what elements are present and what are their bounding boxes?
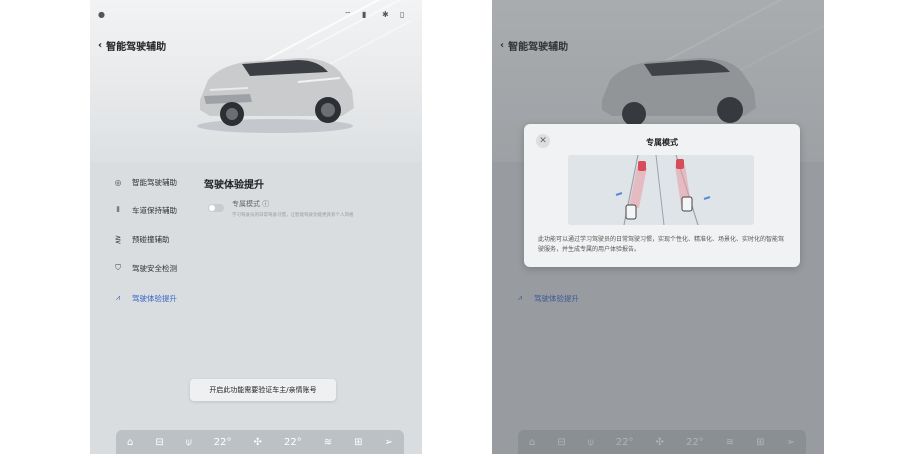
sidebar-item-safety-check[interactable]: ⛉ 驾驶安全检测 bbox=[112, 262, 177, 274]
sidebar-item-pre-collision[interactable]: ⋛ 预碰撞辅助 bbox=[112, 233, 170, 245]
apps-icon[interactable]: ⊞ bbox=[354, 437, 362, 448]
bluetooth-icon: ✱ bbox=[382, 10, 389, 19]
back-button[interactable]: ‹ 智能驾驶辅助 bbox=[98, 38, 166, 53]
chevron-left-icon: ‹ bbox=[98, 40, 103, 51]
modal-title: 专属模式 bbox=[646, 138, 678, 147]
option-description: 学习驾驶员的日常驾驶习惯，让智能驾驶功能更具有个人风格 bbox=[232, 213, 354, 218]
sidebar-item-experience[interactable]: ⩘ 驾驶体验提升 bbox=[112, 292, 177, 304]
road-icon: ⩘ bbox=[115, 293, 121, 302]
status-dot-icon: ● bbox=[98, 10, 105, 19]
page-title: 智能驾驶辅助 bbox=[106, 42, 167, 53]
sidebar-item-lane-keep[interactable]: ⦀ 车道保持辅助 bbox=[112, 204, 177, 216]
car-image bbox=[197, 58, 354, 133]
seat-heat-icon[interactable]: ≋ bbox=[324, 437, 332, 448]
right-temp[interactable]: 22° bbox=[284, 437, 302, 448]
verify-account-button[interactable]: 开启此功能需要验证车主/亲情账号 bbox=[190, 379, 336, 401]
lane-illustration bbox=[568, 155, 754, 225]
defrost-icon[interactable]: ⍦ bbox=[186, 437, 192, 448]
bottom-dock: ⌂ ⊟ ⍦ 22° ✣ 22° ≋ ⊞ ➢ bbox=[116, 430, 404, 454]
navigation-icon[interactable]: ➢ bbox=[385, 437, 393, 448]
modal-screen: ‹ 智能驾驶辅助 ⩘ 驾驶体验提升 ⌂ ⊟ ⍦ 22° ✣ 22° ≋ ⊞ ➢ … bbox=[492, 0, 824, 454]
modal-description: 此功能可以通过学习驾驶员的日常驾驶习惯，实现个性化、精准化、场景化、实时化的智能… bbox=[538, 236, 785, 253]
fan-icon[interactable]: ✣ bbox=[254, 437, 262, 448]
lane-icon: ⦀ bbox=[116, 205, 120, 214]
home-icon[interactable]: ⌂ bbox=[127, 437, 133, 448]
battery-icon: ▯ bbox=[400, 10, 405, 19]
collision-icon: ⋛ bbox=[114, 234, 122, 244]
car-icon[interactable]: ⊟ bbox=[155, 437, 163, 448]
signal-icon: ▮ bbox=[362, 10, 367, 19]
settings-screen: ● ⌔ ▮ ✱ ▯ ‹ 智能驾驶辅助 ◎ 智能驾驶辅助 ⦀ 车道保持辅助 ⋛ 预… bbox=[90, 0, 422, 454]
exclusive-mode-toggle[interactable] bbox=[208, 204, 224, 212]
left-temp[interactable]: 22° bbox=[214, 437, 232, 448]
option-title: 专属模式 ⓘ bbox=[232, 200, 270, 208]
section-title: 驾驶体验提升 bbox=[204, 180, 264, 191]
shield-icon: ⛉ bbox=[115, 263, 121, 272]
exclusive-mode-modal: ✕ 专属模式 此功能可以通过学习驾驶员的日常驾驶习惯，实现个性化、精准化、场景化… bbox=[524, 124, 800, 267]
sidebar-item-smart-assist[interactable]: ◎ 智能驾驶辅助 bbox=[112, 176, 177, 188]
steering-icon: ◎ bbox=[114, 177, 122, 187]
wifi-icon: ⌔ bbox=[344, 10, 352, 19]
